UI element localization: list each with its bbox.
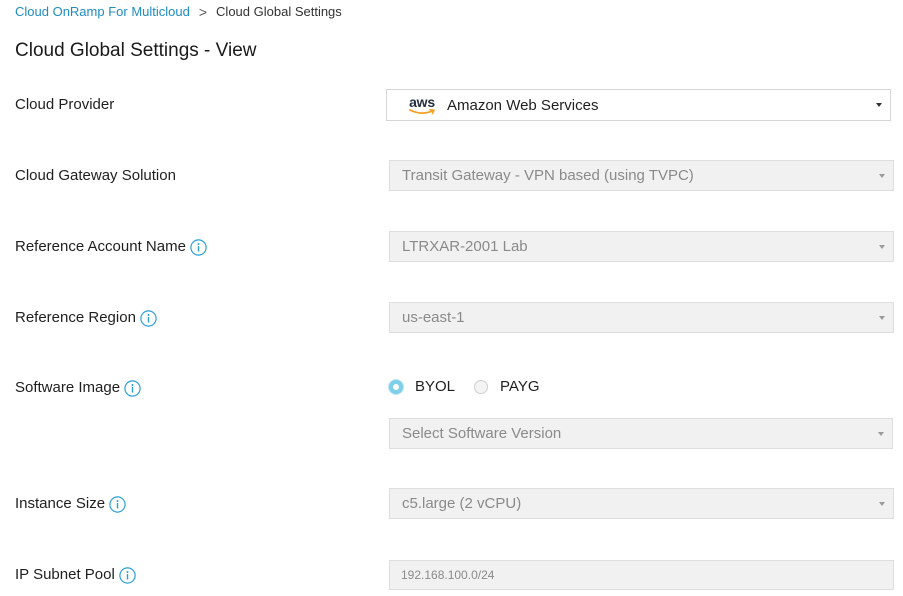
cloud-provider-label: Cloud Provider [15, 95, 114, 115]
breadcrumb: Cloud OnRamp For Multicloud > Cloud Glob… [15, 4, 342, 20]
cloud-global-settings-page: Cloud OnRamp For Multicloud > Cloud Glob… [0, 0, 903, 596]
reference-account-select[interactable]: LTRXAR-2001 Lab [389, 231, 894, 262]
reference-region-label-text: Reference Region [15, 309, 136, 326]
info-icon[interactable] [124, 379, 141, 397]
software-image-label-text: Software Image [15, 379, 121, 396]
info-icon[interactable] [109, 495, 126, 513]
radio-payg[interactable]: PAYG [474, 378, 540, 395]
info-icon[interactable] [190, 238, 207, 256]
cloud-provider-value: Amazon Web Services [447, 96, 599, 114]
info-icon[interactable] [119, 566, 136, 584]
gateway-solution-value: Transit Gateway - VPN based (using TVPC) [402, 167, 694, 184]
reference-account-label-text: Reference Account Name [15, 238, 186, 255]
instance-size-label: Instance Size [15, 494, 126, 514]
reference-region-value: us-east-1 [402, 309, 465, 326]
aws-logo: aws [407, 94, 437, 116]
info-icon[interactable] [140, 309, 157, 327]
caret-down-icon [879, 173, 885, 178]
radio-byol-selected-indicator[interactable] [389, 379, 403, 394]
radio-payg-indicator[interactable] [474, 379, 489, 394]
ip-subnet-pool-label-text: IP Subnet Pool [15, 566, 115, 583]
caret-down-icon [879, 501, 885, 506]
radio-payg-label: PAYG [500, 378, 540, 395]
software-version-select[interactable]: Select Software Version [389, 418, 893, 449]
ip-subnet-pool-value: 192.168.100.0/24 [401, 568, 495, 582]
caret-down-icon [879, 244, 885, 249]
instance-size-value: c5.large (2 vCPU) [402, 495, 522, 512]
aws-smile-icon [409, 108, 435, 114]
page-title: Cloud Global Settings - View [15, 40, 257, 61]
radio-byol-label: BYOL [415, 378, 456, 395]
reference-account-label: Reference Account Name [15, 237, 207, 257]
gateway-solution-label: Cloud Gateway Solution [15, 166, 176, 186]
caret-down-icon [878, 431, 884, 436]
instance-size-label-text: Instance Size [15, 495, 106, 512]
ip-subnet-pool-input[interactable]: 192.168.100.0/24 [389, 560, 894, 590]
reference-account-value: LTRXAR-2001 Lab [402, 238, 528, 255]
gateway-solution-label-text: Cloud Gateway Solution [15, 167, 176, 184]
aws-logo-text: aws [409, 93, 435, 110]
reference-region-label: Reference Region [15, 308, 157, 328]
cloud-provider-select[interactable]: aws Amazon Web Services [386, 89, 891, 121]
ip-subnet-pool-label: IP Subnet Pool [15, 565, 136, 585]
gateway-solution-select[interactable]: Transit Gateway - VPN based (using TVPC) [389, 160, 894, 191]
caret-down-icon [879, 315, 885, 320]
caret-down-icon [876, 103, 882, 107]
breadcrumb-link-cloud-onramp[interactable]: Cloud OnRamp For Multicloud [15, 4, 190, 20]
chevron-right-icon: > [198, 4, 208, 20]
cloud-provider-label-text: Cloud Provider [15, 96, 115, 113]
reference-region-select[interactable]: us-east-1 [389, 302, 894, 333]
breadcrumb-current: Cloud Global Settings [216, 4, 342, 19]
software-version-placeholder: Select Software Version [402, 425, 562, 442]
software-image-label: Software Image [15, 378, 141, 398]
software-image-radio-group: BYOL PAYG [389, 378, 540, 395]
radio-byol[interactable]: BYOL [389, 378, 455, 395]
instance-size-select[interactable]: c5.large (2 vCPU) [389, 488, 894, 519]
